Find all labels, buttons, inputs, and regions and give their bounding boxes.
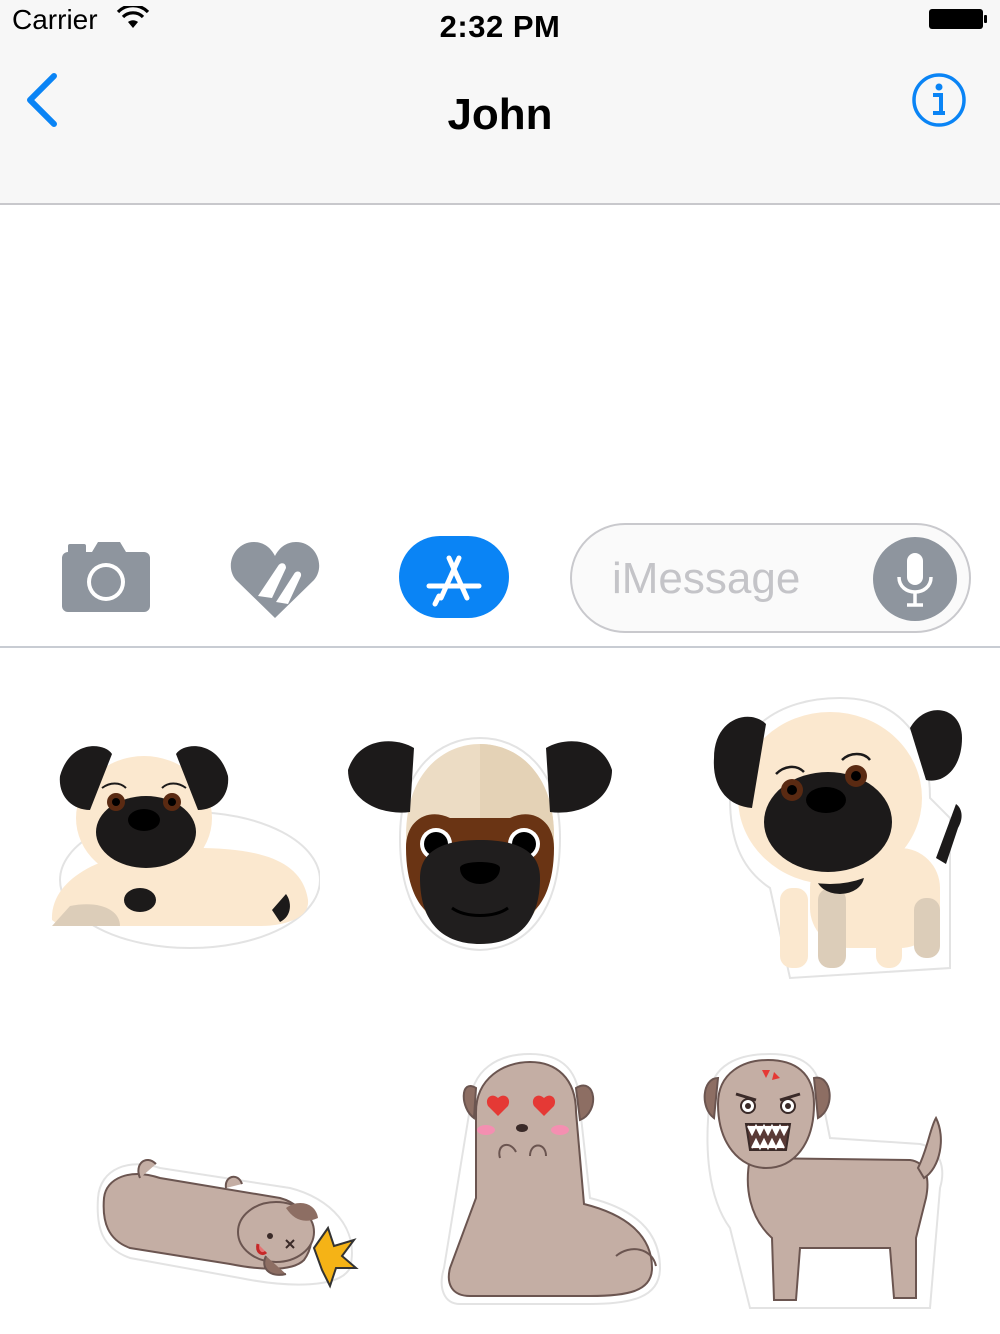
sticker-pug-face[interactable] — [340, 728, 620, 958]
sticker-dog-angry[interactable] — [690, 1048, 960, 1318]
microphone-button[interactable] — [873, 537, 957, 621]
app-store-icon — [426, 555, 482, 607]
conversation-title[interactable]: John — [0, 90, 1000, 140]
navigation-bar: John — [0, 48, 1000, 205]
camera-icon[interactable] — [58, 538, 154, 614]
sticker-drawer — [0, 648, 1000, 1334]
digital-touch-icon[interactable] — [228, 536, 322, 620]
info-icon[interactable] — [911, 72, 967, 128]
app-store-button[interactable] — [399, 536, 509, 618]
sticker-pug-lying-down[interactable] — [40, 730, 320, 950]
status-bar: Carrier 2:32 PM — [0, 0, 1000, 48]
message-thread — [0, 205, 1000, 520]
message-input-toolbar: iMessage — [0, 520, 1000, 646]
microphone-icon — [897, 553, 933, 607]
imessage-input[interactable]: iMessage — [570, 523, 971, 633]
sticker-pug-standing[interactable] — [700, 688, 980, 998]
imessage-placeholder: iMessage — [612, 554, 801, 603]
sticker-dog-heart-eyes[interactable] — [430, 1048, 680, 1308]
sticker-dog-knocked-out[interactable] — [90, 1128, 370, 1298]
battery-icon — [929, 9, 987, 29]
status-time: 2:32 PM — [439, 9, 561, 44]
